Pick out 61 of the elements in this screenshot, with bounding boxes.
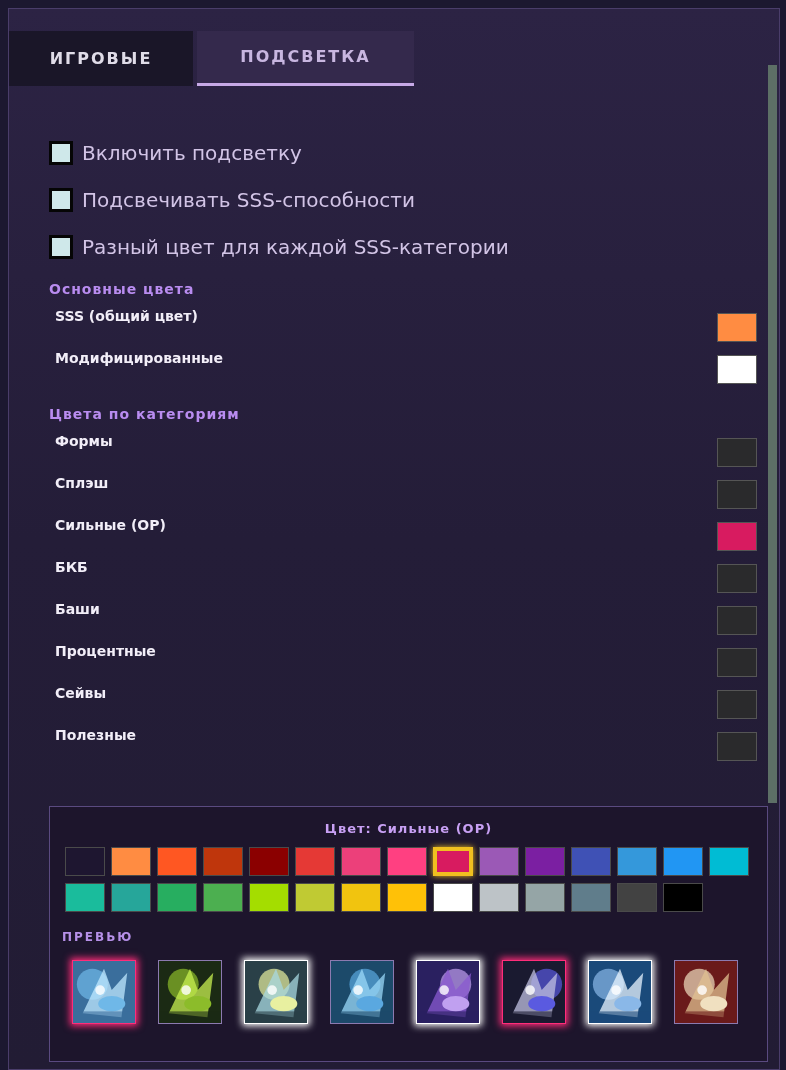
color-swatch[interactable] xyxy=(717,313,757,342)
tab[interactable]: ИГРОВЫЕ xyxy=(9,31,193,86)
color-swatch[interactable] xyxy=(525,846,565,876)
color-swatch[interactable] xyxy=(249,846,289,876)
color-label: Процентные xyxy=(55,642,156,661)
color-swatch[interactable] xyxy=(717,732,757,761)
color-label: Баши xyxy=(55,600,100,619)
checkbox[interactable] xyxy=(49,235,73,259)
color-swatch[interactable] xyxy=(111,846,151,876)
color-swatch[interactable] xyxy=(249,882,289,912)
color-swatch[interactable] xyxy=(387,846,427,876)
color-swatch[interactable] xyxy=(111,882,151,912)
picker-title: Цвет: Сильные (OP) xyxy=(323,820,494,838)
color-label: Сильные (OP) xyxy=(55,516,166,535)
color-swatch[interactable] xyxy=(571,846,611,876)
color-label: Сейвы xyxy=(55,684,107,703)
checkbox-label: Включить подсветку xyxy=(82,140,302,167)
checkbox[interactable] xyxy=(49,188,73,212)
color-swatch[interactable] xyxy=(65,846,105,876)
color-label: Сплэш xyxy=(55,474,109,493)
color-swatch[interactable] xyxy=(717,355,757,384)
section-heading: Цвета по категориям xyxy=(49,405,241,424)
color-swatch[interactable] xyxy=(157,882,197,912)
color-label: Полезные xyxy=(55,726,137,745)
color-label: Формы xyxy=(55,432,113,451)
scrollbar[interactable] xyxy=(768,65,777,803)
checkbox-label: Подсвечивать SSS-способности xyxy=(82,187,415,214)
tab[interactable]: ПОДСВЕТКА xyxy=(197,31,414,86)
color-label: БКБ xyxy=(55,558,88,577)
color-swatch[interactable] xyxy=(479,882,519,912)
color-swatch[interactable] xyxy=(295,882,335,912)
color-swatch[interactable] xyxy=(341,882,381,912)
color-swatch[interactable] xyxy=(203,846,243,876)
color-swatch[interactable] xyxy=(157,846,197,876)
color-swatch[interactable] xyxy=(663,882,703,912)
checkbox-label: Разный цвет для каждой SSS-категории xyxy=(82,234,509,261)
color-swatch[interactable] xyxy=(433,882,473,912)
preview-heading: ПРЕВЬЮ xyxy=(62,928,135,946)
color-swatch[interactable] xyxy=(717,564,757,593)
color-swatch[interactable] xyxy=(709,846,749,876)
color-swatch[interactable] xyxy=(295,846,335,876)
color-swatch[interactable] xyxy=(617,846,657,876)
color-swatch[interactable] xyxy=(717,606,757,635)
color-swatch[interactable] xyxy=(479,846,519,876)
color-swatch[interactable] xyxy=(525,882,565,912)
color-label: SSS (общий цвет) xyxy=(55,307,198,326)
color-swatch[interactable] xyxy=(663,846,703,876)
color-swatch[interactable] xyxy=(717,480,757,509)
color-label: Модифицированные xyxy=(55,349,223,368)
color-swatch[interactable] xyxy=(717,438,757,467)
checkbox[interactable] xyxy=(49,141,73,165)
color-swatch[interactable] xyxy=(717,648,757,677)
color-swatch[interactable] xyxy=(617,882,657,912)
color-swatch[interactable] xyxy=(717,690,757,719)
color-swatch[interactable] xyxy=(341,846,381,876)
color-swatch[interactable] xyxy=(717,522,757,551)
color-swatch[interactable] xyxy=(387,882,427,912)
section-heading: Основные цвета xyxy=(49,280,196,299)
color-swatch[interactable] xyxy=(203,882,243,912)
color-swatch[interactable] xyxy=(571,882,611,912)
color-swatch[interactable] xyxy=(65,882,105,912)
